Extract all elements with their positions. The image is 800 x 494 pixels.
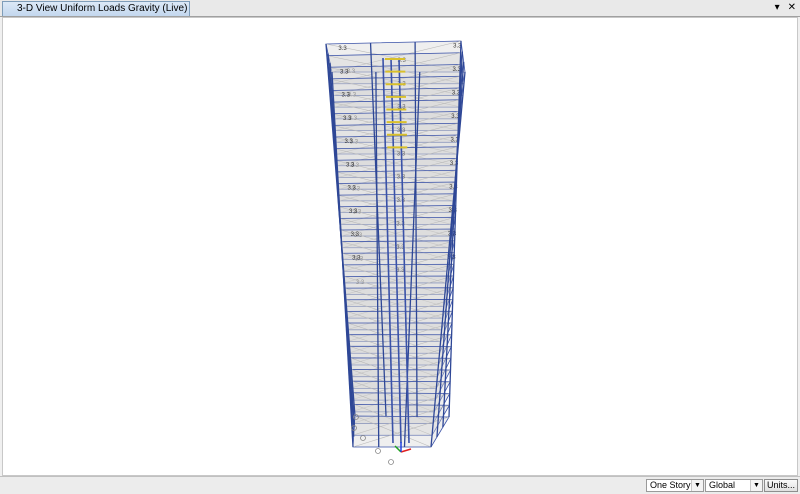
support-marker [388, 459, 394, 465]
coordinate-system-value: Global [709, 480, 736, 490]
story-selector[interactable]: One Story ▼ [646, 479, 704, 492]
tab-title: 3-D View Uniform Loads Gravity (Live) [17, 3, 188, 14]
status-bar: One Story ▼ Global ▼ Units... [0, 476, 800, 494]
tab-list-dropdown-icon[interactable]: ▾ [775, 1, 780, 15]
coordinate-system-selector[interactable]: Global ▼ [705, 479, 763, 492]
load-value-label: 3.3 [343, 116, 352, 122]
support-marker [375, 448, 381, 454]
load-value-label: 3.3 [348, 186, 357, 192]
axis-x-icon [400, 448, 412, 453]
load-value-label: 3.3 [346, 162, 355, 168]
load-value-label: 3.3 [338, 46, 347, 52]
load-value-label: 3.3 [349, 209, 358, 215]
load-value-label: 3.3 [341, 93, 350, 99]
story-selector-value: One Story [650, 480, 691, 490]
tab-3d-view[interactable]: 3-D View Uniform Loads Gravity (Live) [2, 1, 190, 16]
load-value-label: 3.3 [351, 232, 360, 238]
chevron-down-icon: ▼ [691, 480, 703, 491]
load-value-label: 3.3 [344, 139, 353, 145]
close-icon[interactable]: ✕ [788, 1, 796, 15]
structure-model[interactable]: 3.3 3.33.33.3 3.33.3 3.33.33.33.3 3.33.33.3 3… [3, 18, 798, 476]
3d-model-viewport[interactable]: 3.3 3.3 3.3 3.3 3.3 3.3 3.3 3.3 3.3 3.3 3.3 3.3 3.3 3… [2, 17, 798, 476]
tab-controls: ▾ ✕ [775, 1, 796, 15]
chevron-down-icon: ▼ [750, 480, 762, 491]
document-tab-strip: 3-D View Uniform Loads Gravity (Live) ▾ … [0, 0, 800, 17]
load-value-label: 3.3 [340, 69, 349, 75]
load-value-label: 3.3 [352, 255, 361, 261]
units-button[interactable]: Units... [764, 479, 798, 492]
